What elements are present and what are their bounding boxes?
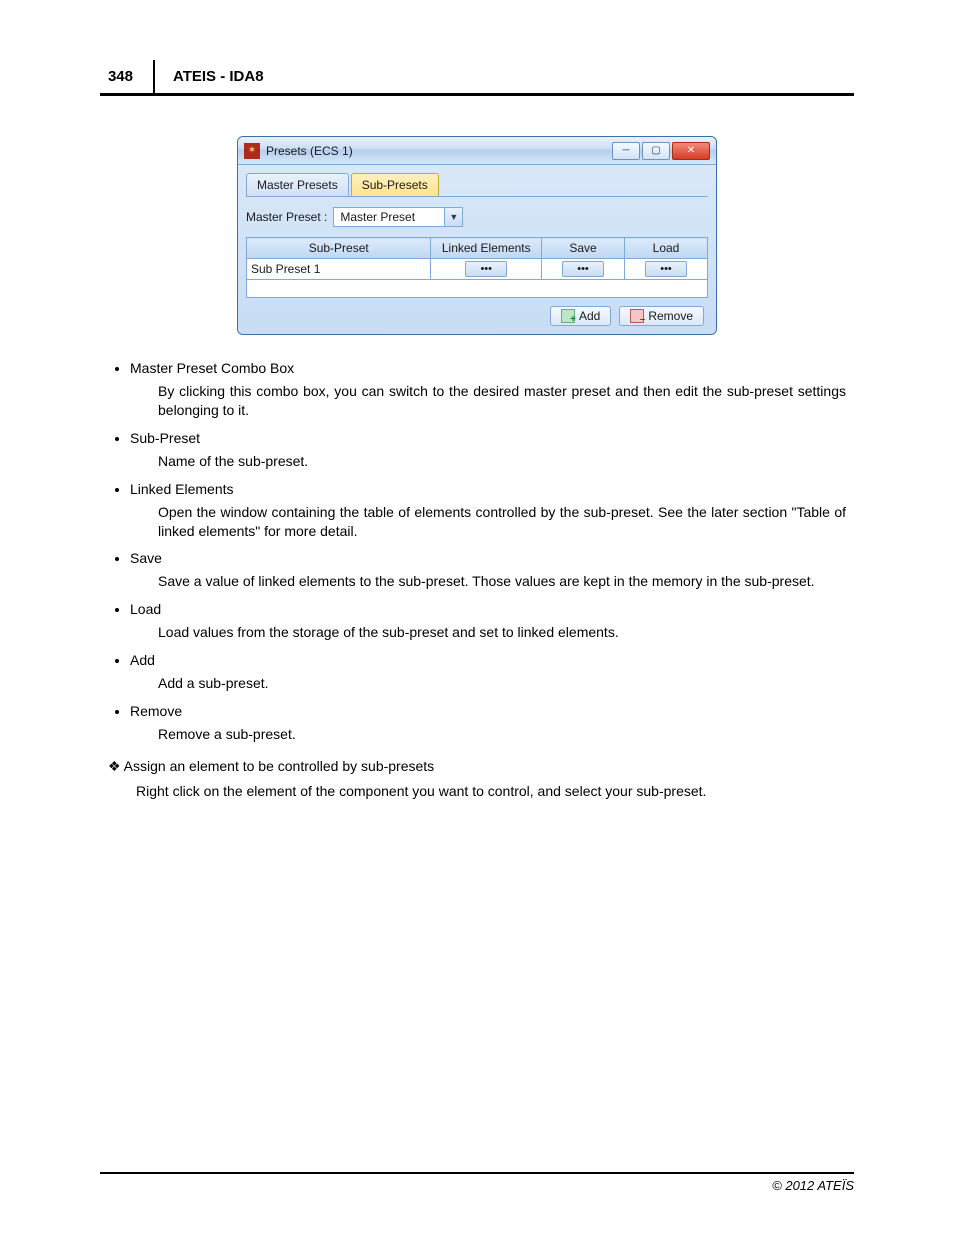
remove-button-label: Remove [648, 309, 693, 323]
list-item: Save Save a value of linked elements to … [130, 550, 846, 591]
add-icon [561, 309, 575, 323]
tab-sub-presets[interactable]: Sub-Presets [351, 173, 439, 196]
col-sub-preset: Sub-Preset [247, 238, 431, 259]
table-header-row: Sub-Preset Linked Elements Save Load [247, 238, 708, 259]
list-item: Sub-Preset Name of the sub-preset. [130, 430, 846, 471]
list-item: Linked Elements Open the window containi… [130, 481, 846, 541]
tab-bar: Master Presets Sub-Presets [246, 173, 708, 197]
minimize-icon[interactable]: ─ [612, 142, 640, 160]
window-title: Presets (ECS 1) [266, 144, 612, 158]
sub-preset-table: Sub-Preset Linked Elements Save Load Sub… [246, 237, 708, 298]
item-desc: Remove a sub-preset. [158, 725, 846, 744]
item-desc: Load values from the storage of the sub-… [158, 623, 846, 642]
remove-icon [630, 309, 644, 323]
master-preset-label: Master Preset : [246, 210, 327, 224]
cell-linked-elements[interactable]: ••• [431, 259, 542, 280]
master-preset-value: Master Preset [334, 210, 444, 224]
col-save: Save [542, 238, 625, 259]
load-button[interactable]: ••• [645, 261, 687, 277]
col-load: Load [625, 238, 708, 259]
page-footer: © 2012 ATEÏS [100, 1172, 854, 1193]
remove-button[interactable]: Remove [619, 306, 704, 326]
doc-title: ATEIS - IDA8 [155, 60, 264, 93]
list-item: Remove Remove a sub-preset. [130, 703, 846, 744]
table-row[interactable]: Sub Preset 1 ••• ••• ••• [247, 259, 708, 280]
chevron-down-icon[interactable]: ▼ [444, 208, 462, 226]
item-desc: By clicking this combo box, you can swit… [158, 382, 846, 420]
section-heading: Assign an element to be controlled by su… [108, 758, 846, 775]
presets-window: ✶ Presets (ECS 1) ─ ▢ ✕ Master Presets S… [237, 136, 717, 335]
item-desc: Name of the sub-preset. [158, 452, 846, 471]
doc-content: Master Preset Combo Box By clicking this… [100, 360, 854, 799]
col-linked-elements: Linked Elements [431, 238, 542, 259]
item-desc: Add a sub-preset. [158, 674, 846, 693]
list-item: Master Preset Combo Box By clicking this… [130, 360, 846, 420]
master-preset-combo[interactable]: Master Preset ▼ [333, 207, 463, 227]
add-button-label: Add [579, 309, 600, 323]
cell-save[interactable]: ••• [542, 259, 625, 280]
item-desc: Open the window containing the table of … [158, 503, 846, 541]
page-header: 348 ATEIS - IDA8 [100, 60, 854, 96]
close-icon[interactable]: ✕ [672, 142, 710, 160]
list-item: Add Add a sub-preset. [130, 652, 846, 693]
cell-sub-preset-name[interactable]: Sub Preset 1 [247, 259, 431, 280]
linked-elements-button[interactable]: ••• [465, 261, 507, 277]
app-icon: ✶ [244, 143, 260, 159]
cell-load[interactable]: ••• [625, 259, 708, 280]
add-button[interactable]: Add [550, 306, 611, 326]
copyright: © 2012 ATEÏS [772, 1178, 854, 1193]
item-desc: Save a value of linked elements to the s… [158, 572, 846, 591]
tab-master-presets[interactable]: Master Presets [246, 173, 349, 196]
section-desc: Right click on the element of the compon… [136, 783, 846, 799]
list-item: Load Load values from the storage of the… [130, 601, 846, 642]
bullet-list: Master Preset Combo Box By clicking this… [108, 360, 846, 744]
page-number: 348 [100, 60, 155, 93]
maximize-icon[interactable]: ▢ [642, 142, 670, 160]
save-button[interactable]: ••• [562, 261, 604, 277]
titlebar[interactable]: ✶ Presets (ECS 1) ─ ▢ ✕ [238, 137, 716, 165]
